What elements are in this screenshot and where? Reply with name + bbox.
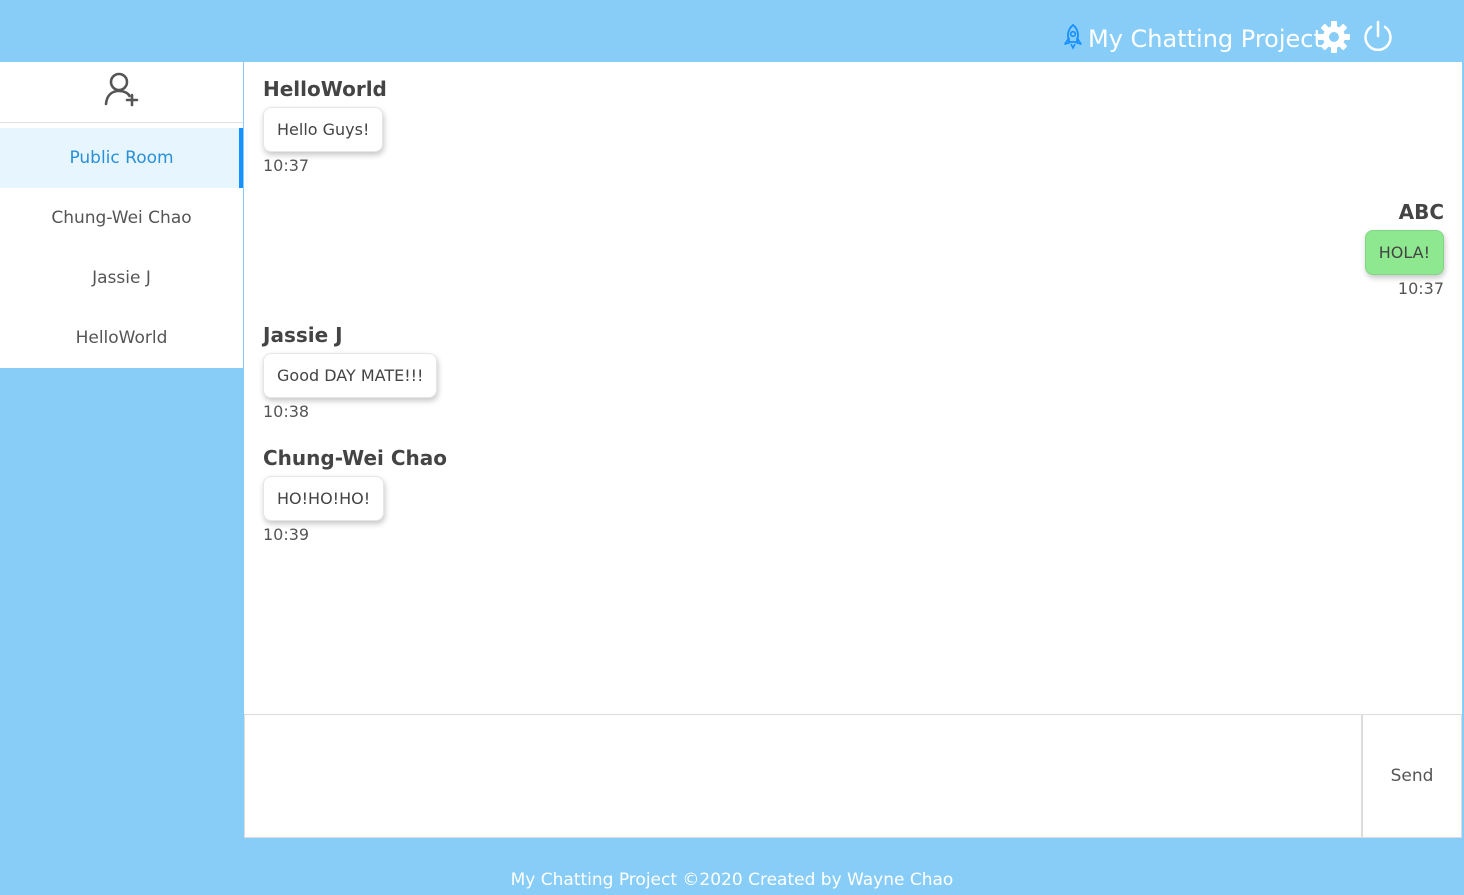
power-icon[interactable] [1361, 20, 1395, 58]
message-item: Chung-Wei Chao HO!HO!HO! 10:39 [263, 446, 447, 544]
footer-text: My Chatting Project ©2020 Created by Way… [510, 870, 954, 890]
message-bubble: Good DAY MATE!!! [263, 353, 438, 398]
add-user-icon [104, 71, 140, 113]
send-button[interactable]: Send [1362, 714, 1462, 838]
message-input[interactable] [244, 714, 1362, 838]
app-title: My Chatting Project [1088, 25, 1323, 53]
gear-icon[interactable] [1317, 20, 1351, 58]
brand: My Chatting Project [1062, 22, 1323, 56]
add-user-button[interactable] [0, 62, 243, 123]
message-sender: Chung-Wei Chao [263, 446, 447, 470]
rocket-icon [1062, 23, 1084, 55]
message-item: HelloWorld Hello Guys! 10:37 [263, 77, 387, 175]
message-time: 10:38 [263, 402, 310, 421]
message-time: 10:37 [263, 156, 310, 175]
message-sender: Jassie J [263, 323, 343, 347]
room-item-public-room[interactable]: Public Room [0, 128, 243, 188]
room-item-chung-wei-chao[interactable]: Chung-Wei Chao [0, 188, 243, 248]
sidebar: Public Room Chung-Wei Chao Jassie J Hell… [0, 62, 243, 368]
message-bubble: Hello Guys! [263, 107, 384, 152]
room-label: Chung-Wei Chao [51, 208, 192, 228]
room-label: Public Room [69, 148, 174, 168]
message-item: ABC HOLA! 10:37 [1364, 200, 1444, 298]
chat-panel: HelloWorld Hello Guys! 10:37 ABC HOLA! 1… [244, 62, 1462, 714]
room-item-helloworld[interactable]: HelloWorld [0, 308, 243, 368]
message-time: 10:39 [263, 525, 310, 544]
top-header: My Chatting Project [0, 0, 1464, 61]
message-item: Jassie J Good DAY MATE!!! 10:38 [263, 323, 438, 421]
room-item-jassie-j[interactable]: Jassie J [0, 248, 243, 308]
message-sender: ABC [1398, 200, 1444, 224]
message-bubble: HOLA! [1364, 230, 1444, 275]
message-time: 10:37 [1397, 279, 1444, 298]
room-label: Jassie J [92, 268, 151, 288]
message-bubble: HO!HO!HO! [263, 476, 385, 521]
message-sender: HelloWorld [263, 77, 387, 101]
room-label: HelloWorld [75, 328, 168, 348]
